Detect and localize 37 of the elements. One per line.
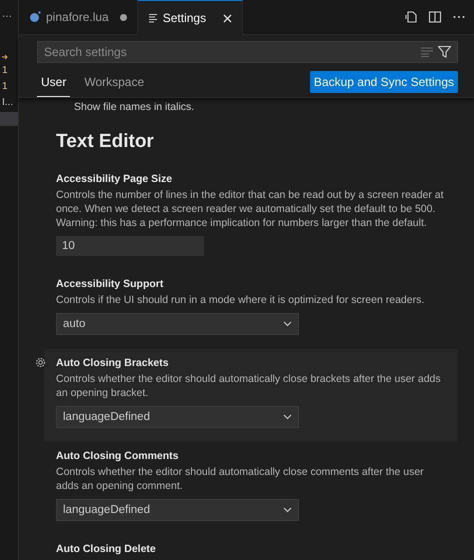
dropdown[interactable]: languageDefined: [56, 499, 299, 521]
file-label[interactable]: I...: [2, 96, 14, 108]
count-text: 1: [2, 64, 8, 76]
backup-sync-button[interactable]: Backup and Sync Settings: [310, 71, 458, 93]
moon-icon: [29, 11, 41, 23]
dropdown[interactable]: auto: [56, 313, 299, 335]
setting-title: Accessibility Page Size: [56, 173, 174, 185]
arrow-icon: [2, 54, 8, 60]
setting-description: Show file names in italics.: [73, 101, 196, 113]
chevron-icon: [283, 414, 292, 420]
chevron-icon: [283, 321, 292, 327]
setting-title: Accessibility Support: [56, 278, 164, 290]
editor-tab[interactable]: Settings: [138, 0, 244, 35]
search-field[interactable]: Search settings: [37, 41, 458, 63]
chevron-icon: [283, 507, 292, 513]
setting-description: Controls if the UI should run in a mode where it is optimized for screen readers.: [56, 293, 426, 307]
count-text: 1: [2, 80, 8, 92]
setting-description: Controls the number of lines in the editor that can be read out by a screen reader at once. When we detect a screen reader we automatically set the default to be 500. Warning: this has a performance implication for numbers larger than the default.: [56, 188, 445, 230]
setting-title: Auto Closing Delete: [56, 543, 157, 555]
open-file-icon[interactable]: [404, 10, 418, 24]
modified-dot-icon: [120, 14, 127, 20]
lines-icon: [148, 13, 158, 23]
scope-tab[interactable]: User: [37, 70, 70, 97]
dropdown[interactable]: languageDefined: [56, 406, 299, 428]
number-field[interactable]: 10: [56, 236, 204, 256]
section-title: Text Editor: [55, 130, 155, 154]
setting-description: Controls whether the editor should automatically close brackets after the user adds an opening bracket.: [56, 372, 442, 400]
search-input[interactable]: Search settings: [44, 45, 416, 59]
setting-title: Auto Closing Brackets: [56, 357, 170, 369]
more-text[interactable]: ···: [0, 10, 18, 46]
filter-icon[interactable]: [438, 46, 451, 58]
close-icon[interactable]: [223, 14, 232, 22]
scope-tab[interactable]: Workspace: [80, 70, 148, 97]
gear-icon[interactable]: [35, 357, 46, 368]
setting-description: Controls whether the editor should automatically close comments after the user adds an opening comment.: [56, 465, 425, 493]
split-editor-icon[interactable]: [428, 10, 442, 24]
setting-title: Auto Closing Comments: [56, 450, 180, 462]
